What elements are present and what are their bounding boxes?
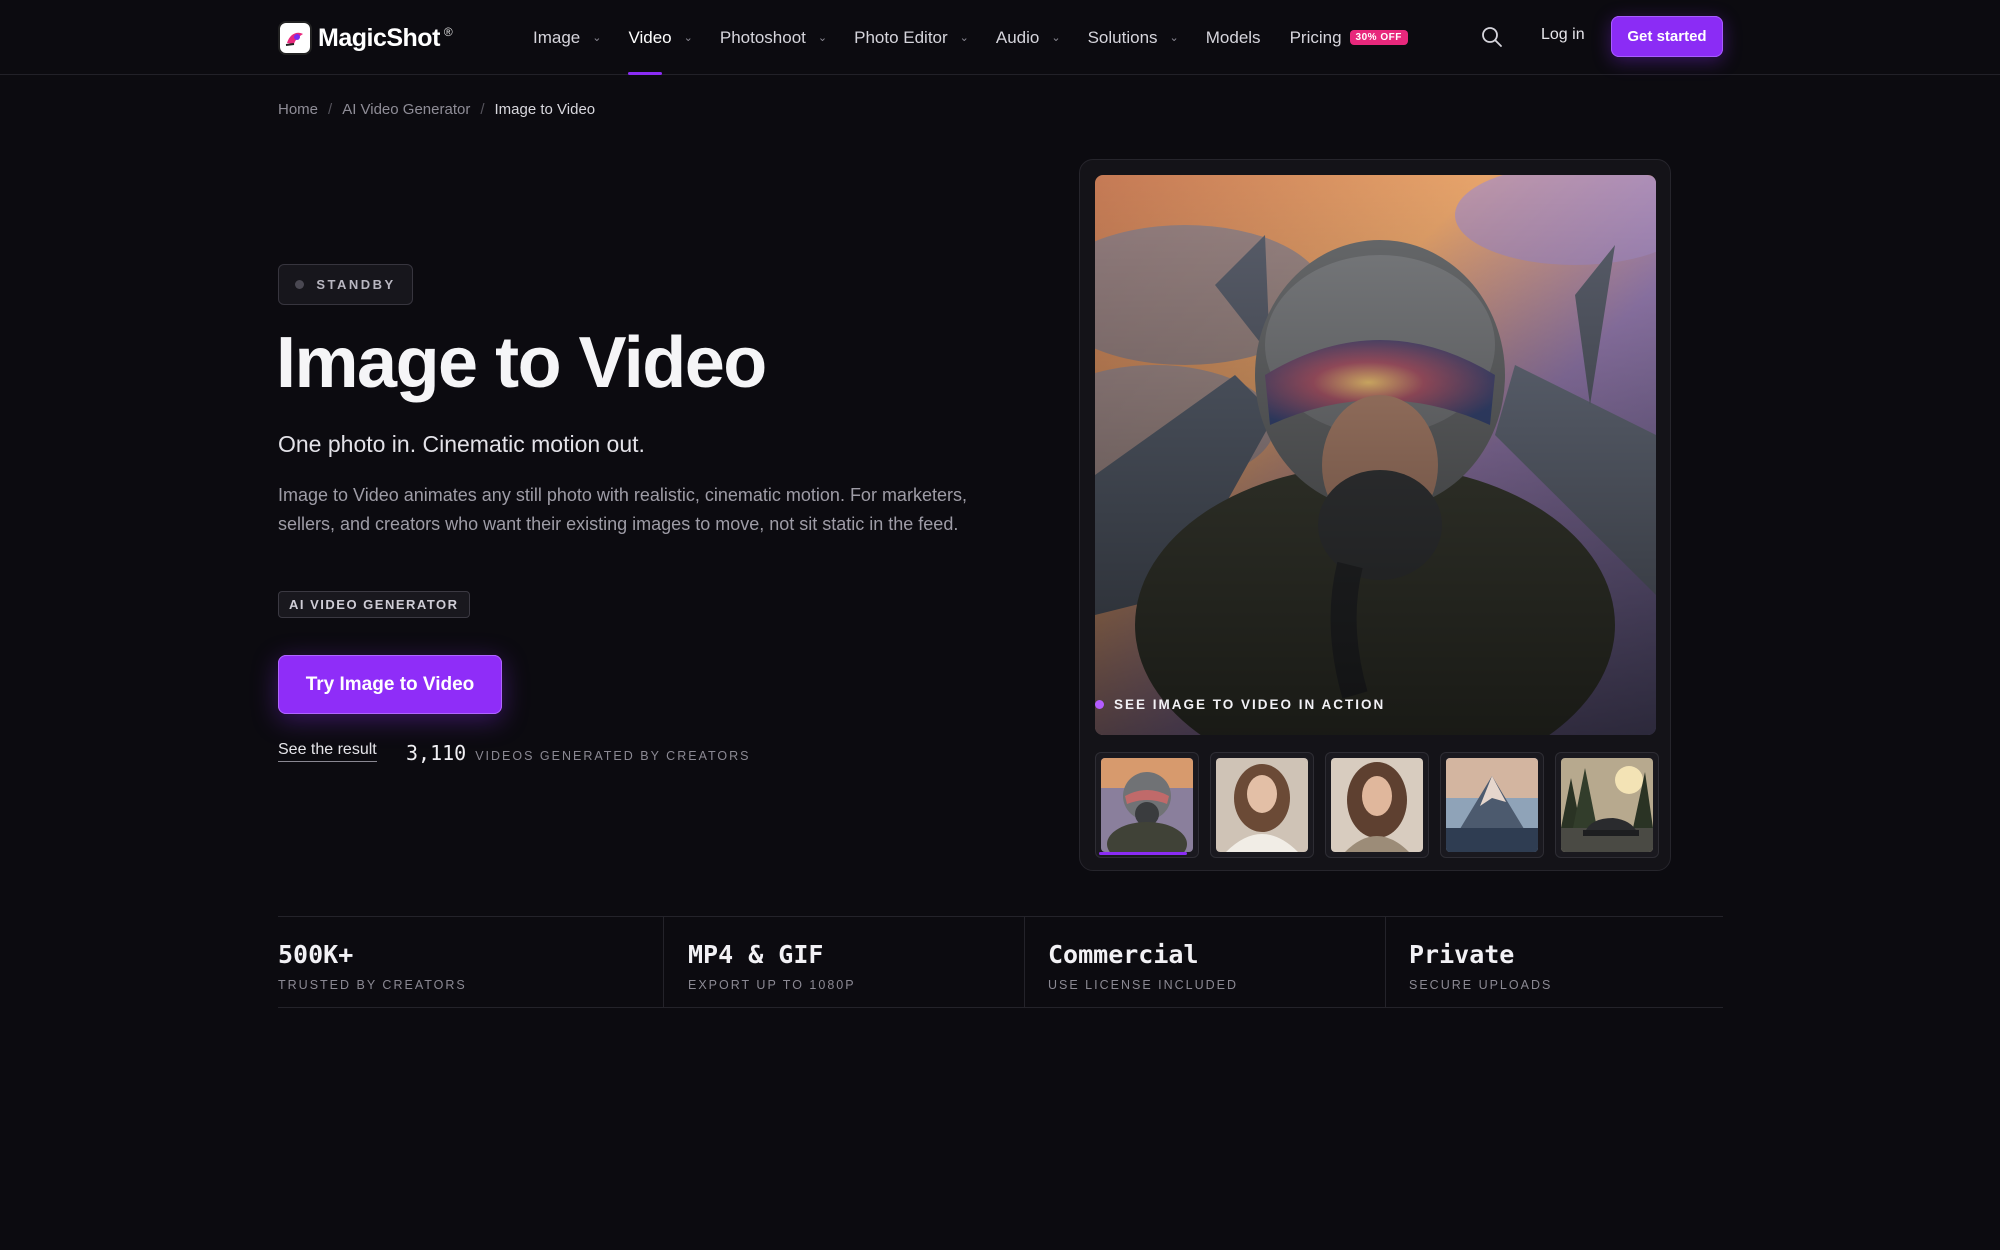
breadcrumb-ai-video-generator[interactable]: AI Video Generator: [342, 101, 470, 118]
stat-label: TRUSTED BY CREATORS: [278, 978, 467, 992]
login-link[interactable]: Log in: [1541, 26, 1585, 44]
nav-item-label: Photo Editor: [854, 27, 948, 47]
breadcrumb-separator: /: [328, 101, 333, 118]
top-navigation: MagicShot ® Image ⌄ Video ⌄ Photoshoot ⌄…: [0, 0, 2000, 75]
pilot-preview-image: [1095, 175, 1656, 735]
stat-export: MP4 & GIF EXPORT UP TO 1080P: [663, 917, 1024, 1007]
woman-white-shirt-thumb-image: [1216, 758, 1308, 852]
stats-bar: 500K+ TRUSTED BY CREATORS MP4 & GIF EXPO…: [278, 916, 1723, 1008]
thumbnail-mountain[interactable]: [1440, 752, 1544, 858]
nav-item-label: Photoshoot: [719, 27, 806, 47]
try-image-to-video-button[interactable]: Try Image to Video: [278, 655, 502, 714]
brand-name: MagicShot: [318, 23, 440, 52]
nav-item-models[interactable]: Models: [1206, 0, 1261, 75]
nav-item-label: Image: [533, 27, 581, 47]
thumbnail-car-forest[interactable]: [1555, 752, 1659, 858]
media-caption: SEE IMAGE TO VIDEO IN ACTION: [1095, 697, 1385, 712]
stat-label: USE LICENSE INCLUDED: [1048, 978, 1239, 992]
chevron-down-icon: ⌄: [592, 32, 602, 44]
stat-value: MP4 & GIF: [688, 940, 824, 969]
count-label: VIDEOS GENERATED BY CREATORS: [475, 749, 751, 763]
nav-item-label: Models: [1205, 27, 1261, 47]
status-label: STANDBY: [316, 277, 396, 292]
status-dot-icon: [295, 280, 305, 289]
stat-value: Private: [1409, 940, 1515, 969]
nav-item-label: Pricing: [1289, 27, 1342, 47]
woman-portrait-thumb-image: [1331, 758, 1423, 852]
breadcrumb-separator: /: [480, 101, 485, 118]
nav-item-audio[interactable]: Audio ⌄: [996, 0, 1061, 75]
count-value: 3,110: [406, 741, 467, 765]
search-button[interactable]: [1480, 25, 1504, 49]
thumbnail-strip: [1095, 752, 1659, 858]
get-started-button[interactable]: Get started: [1611, 16, 1723, 57]
chevron-down-icon: ⌄: [683, 32, 693, 44]
generated-count: 3,110 VIDEOS GENERATED BY CREATORS: [406, 741, 750, 765]
nav-item-video[interactable]: Video ⌄: [628, 0, 693, 75]
registered-mark: ®: [443, 25, 453, 39]
chevron-down-icon: ⌄: [1051, 32, 1061, 44]
thumbnail-woman-portrait[interactable]: [1325, 752, 1429, 858]
nav-item-photo-editor[interactable]: Photo Editor ⌄: [854, 0, 969, 75]
car-forest-thumb-image: [1561, 758, 1653, 852]
page-title: Image to Video: [276, 323, 767, 403]
hero-description: Image to Video animates any still photo …: [278, 485, 967, 534]
media-caption-label: SEE IMAGE TO VIDEO IN ACTION: [1114, 697, 1386, 712]
search-icon: [1482, 27, 1502, 47]
breadcrumb: Home / AI Video Generator / Image to Vid…: [278, 101, 595, 118]
nav-item-pricing[interactable]: Pricing 30% OFF: [1290, 0, 1408, 75]
status-badge: STANDBY: [278, 264, 413, 305]
nav-item-image[interactable]: Image ⌄: [533, 0, 601, 75]
live-dot-icon: [1095, 700, 1104, 709]
stat-label: SECURE UPLOADS: [1409, 978, 1553, 992]
nav-item-solutions[interactable]: Solutions ⌄: [1088, 0, 1179, 75]
stat-license: Commercial USE LICENSE INCLUDED: [1024, 917, 1385, 1007]
nav-item-label: Video: [628, 27, 672, 47]
brand-logo[interactable]: MagicShot ®: [278, 21, 453, 55]
logo-icon: [278, 21, 312, 55]
chevron-down-icon: ⌄: [1169, 32, 1179, 44]
chevron-down-icon: ⌄: [959, 32, 969, 44]
nav-links: Image ⌄ Video ⌄ Photoshoot ⌄ Photo Edito…: [533, 0, 1408, 75]
stat-private: Private SECURE UPLOADS: [1385, 917, 1723, 1007]
chevron-down-icon: ⌄: [817, 32, 828, 44]
nav-item-photoshoot[interactable]: Photoshoot ⌄: [720, 0, 827, 75]
nav-item-label: Solutions: [1087, 27, 1158, 47]
hero-subtitle: One photo in. Cinematic motion out.: [278, 431, 645, 457]
thumbnail-pilot[interactable]: [1095, 752, 1199, 858]
main-video-preview[interactable]: [1095, 175, 1656, 735]
mountain-thumb-image: [1446, 758, 1538, 852]
media-showcase: SEE IMAGE TO VIDEO IN ACTION: [1079, 159, 1671, 871]
discount-badge: 30% OFF: [1349, 30, 1408, 45]
stat-creators: 500K+ TRUSTED BY CREATORS: [278, 917, 663, 1007]
category-tag: AI VIDEO GENERATOR: [278, 591, 470, 618]
thumbnail-woman-white-shirt[interactable]: [1210, 752, 1314, 858]
stat-label: EXPORT UP TO 1080P: [688, 978, 856, 992]
stat-value: 500K+: [278, 940, 354, 969]
breadcrumb-home[interactable]: Home: [278, 101, 318, 118]
breadcrumb-current: Image to Video: [494, 101, 596, 118]
stat-value: Commercial: [1048, 940, 1199, 969]
see-result-link[interactable]: See the result: [278, 741, 377, 762]
nav-item-label: Audio: [995, 27, 1040, 47]
pilot-thumb-image: [1101, 758, 1193, 852]
